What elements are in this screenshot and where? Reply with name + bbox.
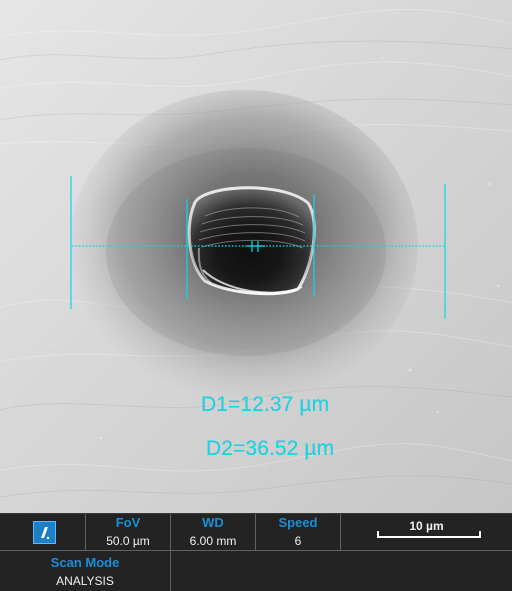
fov-panel: FoV 50.0 µm: [86, 514, 171, 551]
scale-bar-panel: 10 µm: [341, 514, 512, 551]
sem-image-view: D1=12.37 µm D2=36.52 µm: [0, 0, 512, 513]
wd-panel: WD 6.00 mm: [171, 514, 256, 551]
wd-value: 6.00 mm: [189, 534, 237, 548]
scan-mode-panel: Scan Mode ANALYSIS: [0, 551, 171, 591]
scan-mode-label: Scan Mode: [50, 555, 120, 570]
fov-label: FoV: [115, 515, 141, 530]
wd-label: WD: [202, 515, 224, 530]
status-empty-space: [171, 551, 512, 591]
speed-value: 6: [294, 534, 302, 548]
sem-screenshot: D1=12.37 µm D2=36.52 µm FoV 50.0 µm WD 6…: [0, 0, 512, 591]
scale-bar: [377, 531, 481, 538]
fov-value: 50.0 µm: [106, 534, 150, 548]
measurement-d1-label: D1=12.37 µm: [201, 393, 330, 416]
speed-label: Speed: [278, 515, 318, 530]
measurement-d2-label: D2=36.52 µm: [206, 437, 335, 460]
logo-cell: [0, 514, 86, 551]
phenom-logo-icon: [33, 521, 56, 544]
speed-panel: Speed 6: [256, 514, 341, 551]
status-bar: FoV 50.0 µm WD 6.00 mm Speed 6 10 µm Sca…: [0, 513, 512, 591]
scan-mode-value: ANALYSIS: [56, 574, 114, 588]
phenom-logo-icon-glyph: [41, 527, 50, 540]
